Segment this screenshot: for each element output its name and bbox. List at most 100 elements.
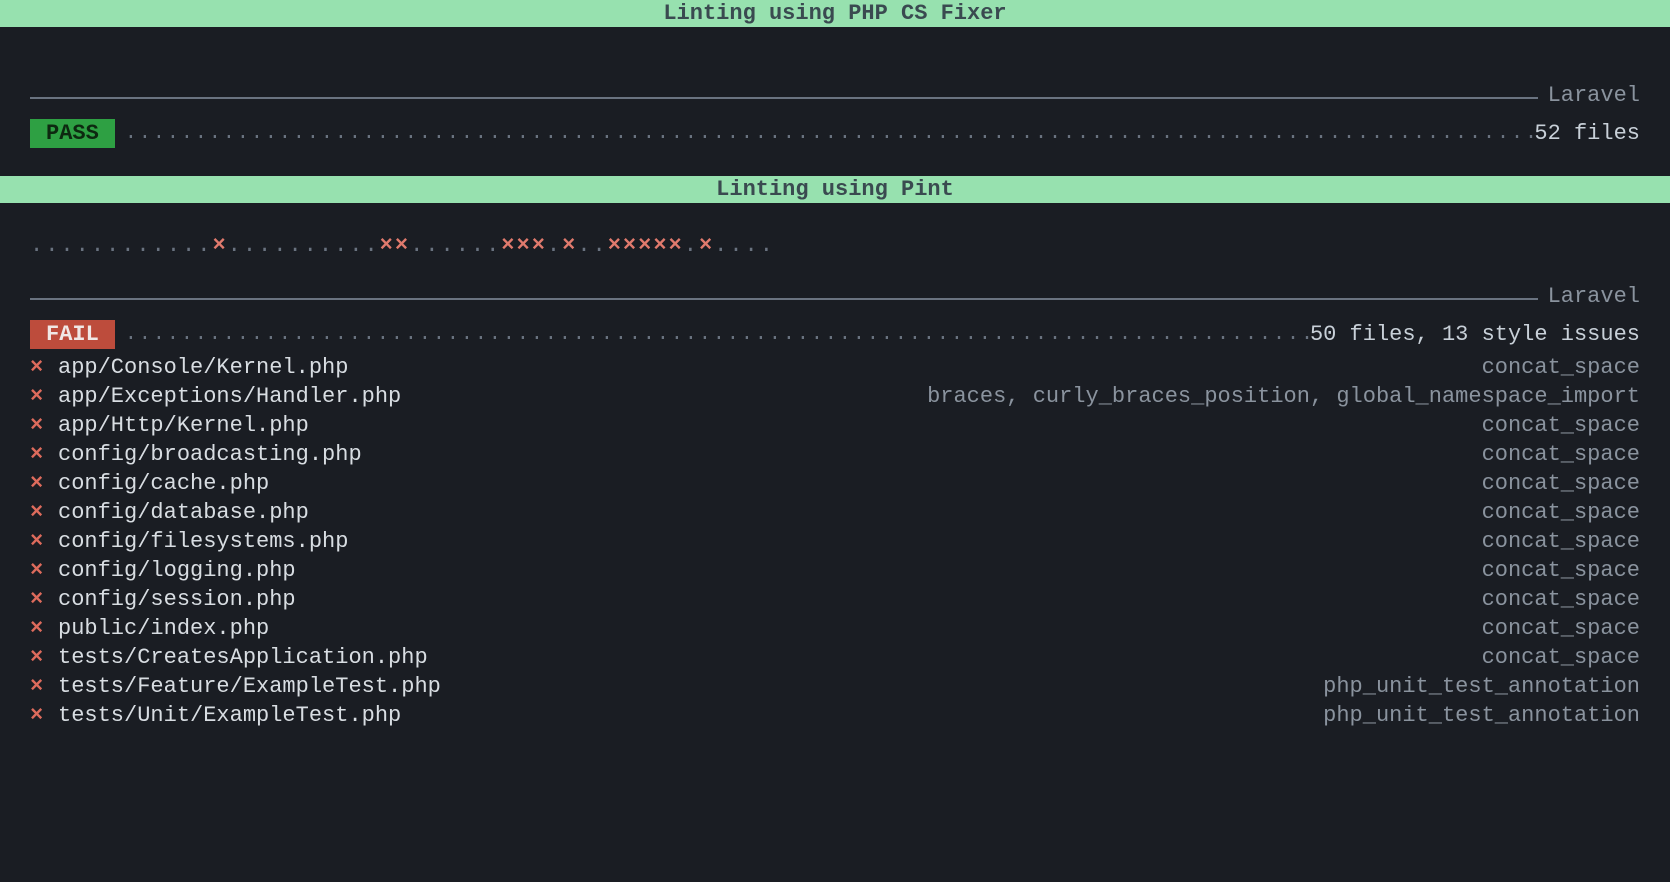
issue-row: ×config/session.php concat_space — [30, 585, 1640, 614]
progress-pass-icon: . — [410, 233, 425, 258]
issue-fail-icon: × — [30, 529, 58, 554]
issue-row: ×config/logging.php concat_space — [30, 556, 1640, 585]
progress-pass-icon: . — [745, 233, 760, 258]
issue-rules: concat_space — [1482, 500, 1640, 525]
issue-row: ×config/cache.phpconcat_space — [30, 469, 1640, 498]
progress-pass-icon: . — [167, 233, 182, 258]
section-header-pint: Linting using Pint — [0, 176, 1670, 203]
progress-pass-icon: . — [45, 233, 60, 258]
issue-fail-icon: × — [30, 558, 58, 583]
issue-rules: concat_space — [1482, 616, 1640, 641]
issue-fail-icon: × — [30, 703, 58, 728]
issue-file-path: config/database.php — [58, 500, 309, 525]
issue-row: ×app/Http/Kernel.phpconcat_space — [30, 411, 1640, 440]
issue-row: ×app/Exceptions/Handler.phpbraces, curly… — [30, 382, 1640, 411]
issue-row: ×config/database.php concat_space — [30, 498, 1640, 527]
progress-pass-icon: . — [425, 233, 440, 258]
progress-pass-icon: . — [684, 233, 699, 258]
progress-pass-icon: . — [577, 233, 592, 258]
progress-pass-icon: . — [60, 233, 75, 258]
issue-file-path: tests/CreatesApplication.php — [58, 645, 428, 670]
issue-file-path: app/Console/Kernel.php — [58, 355, 348, 380]
progress-pass-icon: . — [91, 233, 106, 258]
progress-pass-icon: . — [76, 233, 91, 258]
progress-pass-icon: . — [152, 233, 167, 258]
issue-row: ×public/index.php concat_space — [30, 614, 1640, 643]
progress-pass-icon: . — [714, 233, 729, 258]
summary-fail: 50 files, 13 style issues — [1310, 322, 1640, 347]
progress-fail-icon: × — [623, 233, 638, 258]
progress-pass-icon: . — [182, 233, 197, 258]
issue-file-path: tests/Feature/ExampleTest.php — [58, 674, 441, 699]
progress-fail-icon: × — [653, 233, 668, 258]
issue-file-path: config/broadcasting.php — [58, 442, 362, 467]
preset-label-2: Laravel — [1538, 284, 1640, 309]
issue-rules: concat_space — [1482, 558, 1640, 583]
progress-pass-icon: . — [197, 233, 212, 258]
issue-rules: concat_space — [1482, 587, 1640, 612]
progress-pass-icon: . — [486, 233, 501, 258]
progress-pass-icon: . — [334, 233, 349, 258]
progress-fail-icon: × — [532, 233, 547, 258]
issue-fail-icon: × — [30, 587, 58, 612]
issue-row: ×tests/Feature/ExampleTest.php php_unit_t… — [30, 672, 1640, 701]
progress-fail-icon: × — [669, 233, 684, 258]
issue-rules: concat_space — [1482, 355, 1640, 380]
progress-pass-icon: . — [304, 233, 319, 258]
progress-fail-icon: × — [638, 233, 653, 258]
progress-fail-icon: × — [212, 233, 227, 258]
issue-row: ×app/Console/Kernel.php concat_space — [30, 353, 1640, 382]
progress-pass-icon: . — [258, 233, 273, 258]
issue-fail-icon: × — [30, 355, 58, 380]
issue-file-path: config/session.php — [58, 587, 296, 612]
issue-file-path: app/Exceptions/Handler.php — [58, 384, 401, 409]
progress-pass-icon: . — [729, 233, 744, 258]
issue-file-path: tests/Unit/ExampleTest.php — [58, 703, 401, 728]
pass-badge: PASS — [30, 119, 115, 148]
issue-rules: php_unit_test_annotation — [1323, 703, 1640, 728]
issue-fail-icon: × — [30, 500, 58, 525]
progress-pass-icon: . — [456, 233, 471, 258]
preset-label-1: Laravel — [1538, 83, 1640, 108]
progress-pass-icon: . — [471, 233, 486, 258]
progress-pass-icon: . — [121, 233, 136, 258]
issue-fail-icon: × — [30, 442, 58, 467]
status-row-pass: PASS ...................................… — [30, 119, 1640, 148]
issue-file-path: config/filesystems.php — [58, 529, 348, 554]
issue-file-path: public/index.php — [58, 616, 269, 641]
progress-pass-icon: . — [319, 233, 334, 258]
progress-fail-icon: × — [562, 233, 577, 258]
progress-pass-icon: . — [288, 233, 303, 258]
issue-file-path: config/logging.php — [58, 558, 296, 583]
preset-divider-2: Laravel — [30, 298, 1640, 300]
issue-rules: concat_space — [1482, 645, 1640, 670]
progress-pass-icon: . — [440, 233, 455, 258]
progress-pass-icon: . — [136, 233, 151, 258]
issue-rules: php_unit_test_annotation — [1323, 674, 1640, 699]
fail-badge: FAIL — [30, 320, 115, 349]
issue-row: ×tests/CreatesApplication.php concat_spac… — [30, 643, 1640, 672]
status-row-fail: FAIL ...................................… — [30, 320, 1640, 349]
issue-row: ×config/broadcasting.php concat_space — [30, 440, 1640, 469]
progress-pass-icon: . — [364, 233, 379, 258]
progress-fail-icon: × — [501, 233, 516, 258]
issue-fail-icon: × — [30, 674, 58, 699]
progress-pass-icon: . — [30, 233, 45, 258]
progress-pass-icon: . — [547, 233, 562, 258]
issue-rules: concat_space — [1482, 471, 1640, 496]
progress-pass-icon: . — [228, 233, 243, 258]
issue-fail-icon: × — [30, 616, 58, 641]
progress-pass-icon: . — [106, 233, 121, 258]
preset-divider-1: Laravel — [30, 97, 1640, 99]
issue-fail-icon: × — [30, 645, 58, 670]
issue-fail-icon: × — [30, 471, 58, 496]
issue-rules: concat_space — [1482, 529, 1640, 554]
progress-pass-icon: . — [593, 233, 608, 258]
summary-pass: 52 files — [1534, 121, 1640, 146]
progress-fail-icon: × — [608, 233, 623, 258]
progress-fail-icon: × — [395, 233, 410, 258]
issue-rules: concat_space — [1482, 442, 1640, 467]
dots-filler-1: ........................................… — [115, 122, 1535, 145]
section-header-phpcsfixer: Linting using PHP CS Fixer — [0, 0, 1670, 27]
progress-fail-icon: × — [517, 233, 532, 258]
